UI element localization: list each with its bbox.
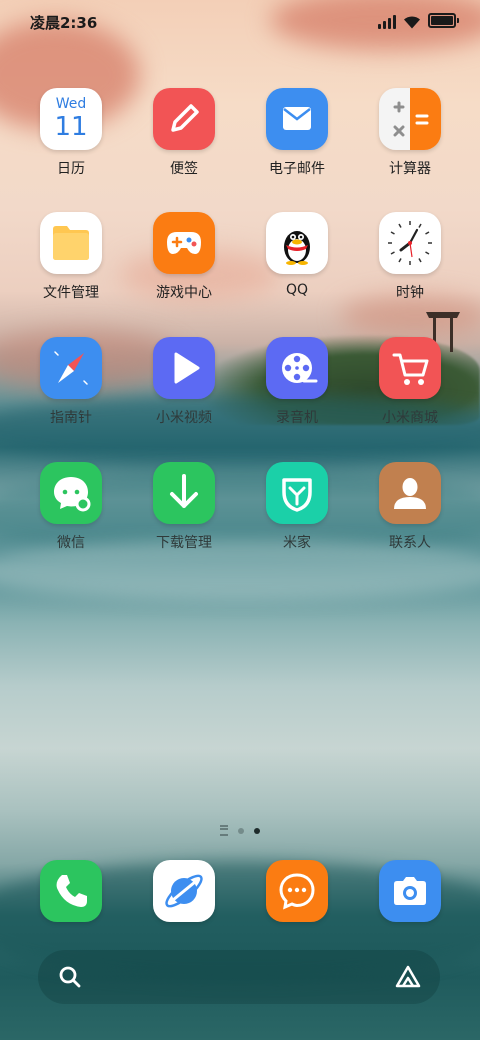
app-label: 文件管理: [43, 285, 99, 301]
app-label: 计算器: [389, 161, 431, 177]
app-recorder[interactable]: 录音机: [247, 337, 347, 427]
app-label: 游戏中心: [156, 285, 212, 301]
app-label: 微信: [57, 535, 85, 551]
app-compass[interactable]: 指南针: [21, 337, 121, 427]
app-label: 日历: [57, 161, 85, 177]
signal-icon: [378, 15, 396, 29]
app-wechat[interactable]: 微信: [21, 462, 121, 552]
status-time: 凌晨2:36: [30, 14, 98, 32]
dock-phone[interactable]: [21, 860, 121, 922]
app-clock[interactable]: 时钟: [360, 212, 460, 302]
folder-icon: [40, 212, 102, 274]
app-label: 联系人: [389, 535, 431, 551]
chat-bubble-icon: [40, 462, 102, 524]
app-contacts[interactable]: 联系人: [360, 462, 460, 552]
app-qq[interactable]: QQ: [247, 212, 347, 298]
gamepad-icon: [153, 212, 215, 274]
browser-icon: [153, 860, 215, 922]
app-calendar[interactable]: Wed 11 日历: [21, 88, 121, 178]
page-dot-active: [254, 827, 260, 834]
film-reel-icon: [266, 337, 328, 399]
app-calculator[interactable]: 计算器: [360, 88, 460, 178]
feed-page-indicator: [220, 825, 228, 836]
app-download-manager[interactable]: 下载管理: [134, 462, 234, 552]
battery-icon: [428, 13, 459, 28]
calculator-icon: [379, 88, 441, 150]
app-mi-video[interactable]: 小米视频: [134, 337, 234, 427]
app-label: 米家: [283, 535, 311, 551]
wifi-icon: [404, 16, 420, 29]
notes-icon: [153, 88, 215, 150]
app-file-manager[interactable]: 文件管理: [21, 212, 121, 302]
app-label: 小米视频: [156, 410, 212, 426]
mail-icon: [266, 88, 328, 150]
clock-icon: [379, 212, 441, 274]
app-label: 时钟: [396, 285, 424, 301]
messages-icon: [266, 860, 328, 922]
penguin-icon: [266, 212, 328, 274]
dock-messages[interactable]: [247, 860, 347, 922]
search-icon: [58, 965, 82, 989]
app-mijia[interactable]: 米家: [247, 462, 347, 552]
search-bar[interactable]: [38, 950, 440, 1004]
phone-icon: [40, 860, 102, 922]
download-icon: [153, 462, 215, 524]
status-icons: [378, 13, 459, 29]
app-label: 指南针: [50, 410, 92, 426]
calendar-day: 11: [54, 112, 88, 142]
battery-fill: [431, 16, 453, 25]
page-indicator[interactable]: [0, 825, 480, 836]
app-game-center[interactable]: 游戏中心: [134, 212, 234, 302]
app-label: 便签: [170, 161, 198, 177]
app-label: 下载管理: [156, 535, 212, 551]
camera-icon: [379, 860, 441, 922]
app-label: QQ: [285, 282, 309, 298]
calendar-icon: Wed 11: [40, 88, 102, 150]
dock-browser[interactable]: [134, 860, 234, 922]
mijia-icon: [266, 462, 328, 524]
home-screen: 凌晨2:36 Wed 11 日历 便签 电子邮件 计算器 文件管理 游戏中心 Q…: [0, 0, 480, 1040]
app-mail[interactable]: 电子邮件: [247, 88, 347, 178]
app-notes[interactable]: 便签: [134, 88, 234, 178]
page-dot: [238, 827, 244, 834]
app-mi-mall[interactable]: 小米商城: [360, 337, 460, 427]
status-bar: 凌晨2:36: [0, 0, 480, 42]
app-label: 电子邮件: [269, 161, 325, 177]
compass-icon: [40, 337, 102, 399]
app-label: 录音机: [276, 410, 318, 426]
contact-icon: [379, 462, 441, 524]
app-label: 小米商城: [382, 410, 438, 426]
calendar-weekday: Wed: [55, 96, 87, 112]
cart-icon: [379, 337, 441, 399]
assistant-icon[interactable]: [394, 963, 422, 991]
play-icon: [153, 337, 215, 399]
dock-camera[interactable]: [360, 860, 460, 922]
